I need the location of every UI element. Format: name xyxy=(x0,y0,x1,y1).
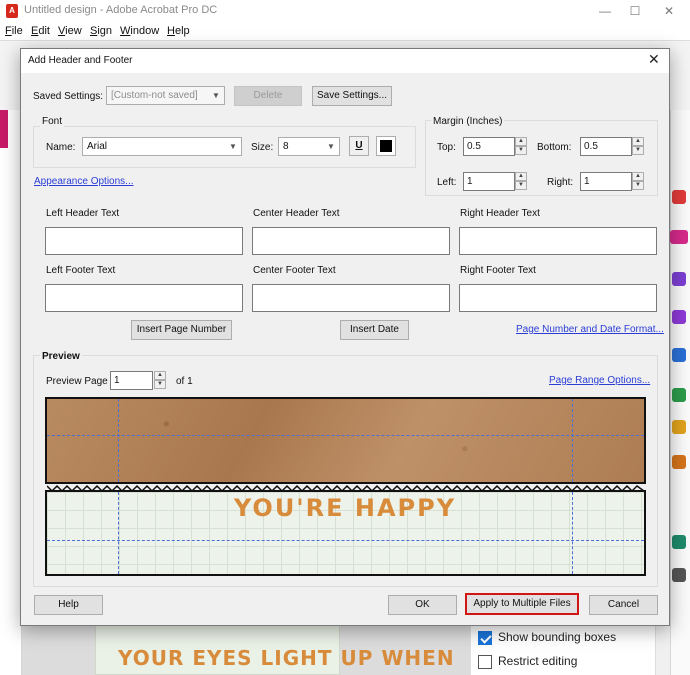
preview-margin-guide xyxy=(47,435,644,436)
document-page-text: YOUR EYES LIGHT UP WHEN xyxy=(118,646,455,670)
left-header-label: Left Header Text xyxy=(46,208,120,219)
help-button[interactable]: Help xyxy=(34,595,103,615)
preview-margin-guide xyxy=(118,399,119,482)
menu-file[interactable]: File xyxy=(5,25,23,37)
ok-button[interactable]: OK xyxy=(388,595,457,615)
menu-view[interactable]: View xyxy=(58,25,82,37)
organize-pages-icon[interactable] xyxy=(672,348,686,362)
preview-margin-guide xyxy=(572,492,573,574)
margin-right-input[interactable]: 1 xyxy=(580,172,632,191)
font-size-label: Size: xyxy=(251,142,274,153)
margin-bottom-label: Bottom: xyxy=(537,142,572,153)
menu-sign[interactable]: Sign xyxy=(90,25,112,37)
left-header-input[interactable] xyxy=(45,227,243,255)
create-pdf-icon[interactable] xyxy=(672,272,686,286)
insert-date-button[interactable]: Insert Date xyxy=(340,320,409,340)
left-navigation-rail xyxy=(0,110,22,675)
saved-settings-label: Saved Settings: xyxy=(33,91,104,102)
center-footer-input[interactable] xyxy=(252,284,450,312)
chevron-down-icon: ▼ xyxy=(212,91,220,100)
margin-left-label: Left: xyxy=(437,177,457,188)
maximize-icon[interactable]: ☐ xyxy=(620,0,650,22)
margin-top-spinner[interactable]: ▲ ▼ xyxy=(515,137,527,156)
margin-bottom-input[interactable]: 0.5 xyxy=(580,137,632,156)
cancel-button[interactable]: Cancel xyxy=(589,595,658,615)
underline-button[interactable]: U xyxy=(349,136,369,156)
menu-edit[interactable]: Edit xyxy=(31,25,50,37)
menu-window[interactable]: Window xyxy=(120,25,159,37)
menu-help[interactable]: Help xyxy=(167,25,190,37)
font-color-picker[interactable] xyxy=(376,136,396,156)
center-footer-label: Center Footer Text xyxy=(253,265,336,276)
chevron-down-icon: ▼ xyxy=(229,142,237,151)
more-tools-icon[interactable] xyxy=(672,568,686,582)
preview-margin-guide xyxy=(572,399,573,482)
preview-page-label: Preview Page xyxy=(46,376,108,387)
preview-margin-guide xyxy=(118,492,119,574)
left-footer-label: Left Footer Text xyxy=(46,265,116,276)
minimize-icon[interactable]: — xyxy=(590,0,620,22)
combine-files-icon[interactable] xyxy=(672,388,686,402)
delete-button[interactable]: Delete xyxy=(234,86,302,106)
insert-page-number-button[interactable]: Insert Page Number xyxy=(131,320,232,340)
font-size-select[interactable]: 8 ▼ xyxy=(278,137,340,156)
right-footer-input[interactable] xyxy=(459,284,657,312)
margin-bottom-spinner[interactable]: ▲ ▼ xyxy=(632,137,644,156)
page-range-options-link[interactable]: Page Range Options... xyxy=(549,375,650,386)
window-title: Untitled design - Adobe Acrobat Pro DC xyxy=(24,4,218,16)
panel-scrollbar[interactable] xyxy=(655,625,670,675)
right-footer-label: Right Footer Text xyxy=(460,265,536,276)
font-color-swatch xyxy=(380,140,392,152)
margin-left-spinner[interactable]: ▲ ▼ xyxy=(515,172,527,191)
dialog-close-icon[interactable]: ✕ xyxy=(648,51,660,68)
comment-icon[interactable] xyxy=(672,310,686,324)
show-bounding-boxes-option[interactable]: Show bounding boxes xyxy=(478,630,616,645)
scan-ocr-icon[interactable] xyxy=(672,455,686,469)
right-header-input[interactable] xyxy=(459,227,657,255)
left-footer-input[interactable] xyxy=(45,284,243,312)
dialog-title: Add Header and Footer xyxy=(28,55,133,66)
margin-right-label: Right: xyxy=(547,177,574,188)
margin-top-label: Top: xyxy=(437,142,456,153)
page-number-date-format-link[interactable]: Page Number and Date Format... xyxy=(516,324,664,335)
acrobat-logo-icon: A xyxy=(6,4,18,18)
fill-sign-icon[interactable] xyxy=(672,420,686,434)
preview-margin-guide xyxy=(47,540,644,541)
save-settings-button[interactable]: Save Settings... xyxy=(312,86,392,106)
edit-pdf-icon[interactable] xyxy=(670,230,688,244)
left-rail-accent xyxy=(0,110,8,148)
preview-sample-text: YOU'RE HAPPY xyxy=(233,494,457,522)
margin-left-input[interactable]: 1 xyxy=(463,172,515,191)
restrict-editing-option[interactable]: Restrict editing xyxy=(478,654,577,669)
preview-page-spinner[interactable]: ▲ ▼ xyxy=(154,371,166,390)
close-window-icon[interactable]: ✕ xyxy=(654,0,684,22)
show-bounding-boxes-checkbox[interactable] xyxy=(478,630,492,645)
font-name-label: Name: xyxy=(46,142,76,153)
margin-top-input[interactable]: 0.5 xyxy=(463,137,515,156)
preview-page-input[interactable]: 1 xyxy=(110,371,153,390)
margin-group-label: Margin (Inches) xyxy=(431,116,505,127)
preview-page-count: of 1 xyxy=(176,376,193,387)
preview-group-label: Preview xyxy=(40,351,82,362)
protect-icon[interactable] xyxy=(672,535,686,549)
apply-to-multiple-files-button[interactable]: Apply to Multiple Files xyxy=(465,593,579,615)
preview-header-area xyxy=(45,397,646,484)
chevron-down-icon: ▼ xyxy=(327,142,335,151)
export-pdf-icon[interactable] xyxy=(672,190,686,204)
font-group-label: Font xyxy=(40,116,65,127)
margin-right-spinner[interactable]: ▲ ▼ xyxy=(632,172,644,191)
restrict-editing-checkbox[interactable] xyxy=(478,654,492,669)
font-name-select[interactable]: Arial ▼ xyxy=(82,137,242,156)
saved-settings-select[interactable]: [Custom-not saved] ▼ xyxy=(106,86,225,105)
center-header-input[interactable] xyxy=(252,227,450,255)
right-header-label: Right Header Text xyxy=(460,208,540,219)
appearance-options-link[interactable]: Appearance Options... xyxy=(34,176,134,187)
center-header-label: Center Header Text xyxy=(253,208,340,219)
